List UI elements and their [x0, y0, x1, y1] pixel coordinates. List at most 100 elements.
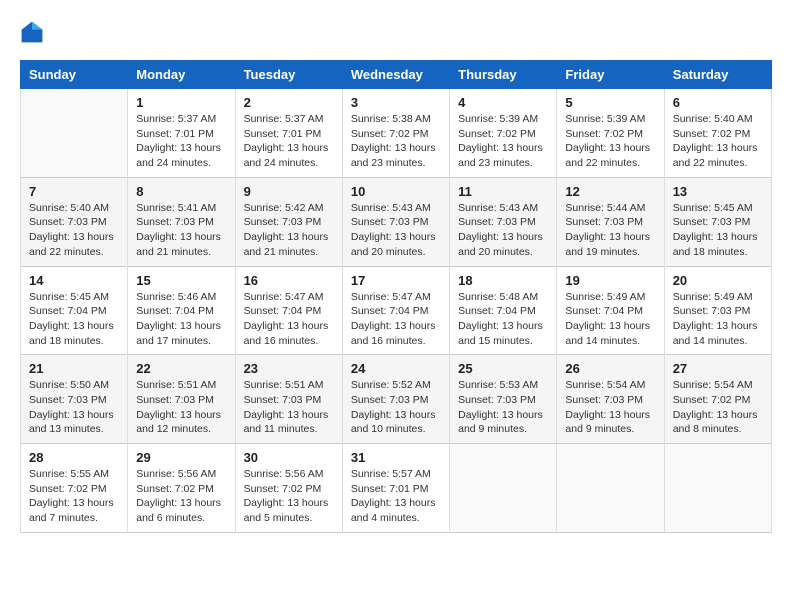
header-cell-tuesday: Tuesday: [235, 61, 342, 89]
day-info: Sunrise: 5:41 AM Sunset: 7:03 PM Dayligh…: [136, 201, 226, 260]
logo: [20, 20, 48, 44]
calendar-cell: 7 Sunrise: 5:40 AM Sunset: 7:03 PM Daylig…: [21, 177, 128, 266]
day-info: Sunrise: 5:48 AM Sunset: 7:04 PM Dayligh…: [458, 290, 548, 349]
calendar-cell: 25 Sunrise: 5:53 AM Sunset: 7:03 PM Dayli…: [450, 355, 557, 444]
day-info: Sunrise: 5:49 AM Sunset: 7:03 PM Dayligh…: [673, 290, 763, 349]
calendar-cell: 23 Sunrise: 5:51 AM Sunset: 7:03 PM Dayli…: [235, 355, 342, 444]
calendar-body: 1 Sunrise: 5:37 AM Sunset: 7:01 PM Daylig…: [21, 89, 772, 533]
calendar-cell: 3 Sunrise: 5:38 AM Sunset: 7:02 PM Daylig…: [342, 89, 449, 178]
day-number: 12: [565, 184, 655, 199]
day-number: 5: [565, 95, 655, 110]
calendar-cell: 8Sunrise: 5:41 AM Sunset: 7:03 PM Daylig…: [128, 177, 235, 266]
day-info: Sunrise: 5:54 AM Sunset: 7:02 PM Dayligh…: [673, 378, 763, 437]
day-number: 4: [458, 95, 548, 110]
day-info: Sunrise: 5:38 AM Sunset: 7:02 PM Dayligh…: [351, 112, 441, 171]
day-number: 31: [351, 450, 441, 465]
day-number: 26: [565, 361, 655, 376]
day-number: 14: [29, 273, 119, 288]
header-cell-friday: Friday: [557, 61, 664, 89]
day-info: Sunrise: 5:56 AM Sunset: 7:02 PM Dayligh…: [244, 467, 334, 526]
calendar-cell: [450, 444, 557, 533]
day-number: 1: [136, 95, 226, 110]
day-info: Sunrise: 5:47 AM Sunset: 7:04 PM Dayligh…: [351, 290, 441, 349]
day-info: Sunrise: 5:47 AM Sunset: 7:04 PM Dayligh…: [244, 290, 334, 349]
day-number: 16: [244, 273, 334, 288]
calendar-cell: 11 Sunrise: 5:43 AM Sunset: 7:03 PM Dayli…: [450, 177, 557, 266]
day-info: Sunrise: 5:45 AM Sunset: 7:04 PM Dayligh…: [29, 290, 119, 349]
calendar-cell: 22Sunrise: 5:51 AM Sunset: 7:03 PM Dayli…: [128, 355, 235, 444]
calendar-cell: 19 Sunrise: 5:49 AM Sunset: 7:04 PM Dayli…: [557, 266, 664, 355]
calendar-cell: [557, 444, 664, 533]
day-number: 6: [673, 95, 763, 110]
calendar-cell: [21, 89, 128, 178]
day-info: Sunrise: 5:39 AM Sunset: 7:02 PM Dayligh…: [458, 112, 548, 171]
calendar-cell: 2 Sunrise: 5:37 AM Sunset: 7:01 PM Daylig…: [235, 89, 342, 178]
calendar-cell: 6 Sunrise: 5:40 AM Sunset: 7:02 PM Daylig…: [664, 89, 771, 178]
day-number: 20: [673, 273, 763, 288]
day-number: 29: [136, 450, 226, 465]
header-cell-monday: Monday: [128, 61, 235, 89]
calendar-cell: 9 Sunrise: 5:42 AM Sunset: 7:03 PM Daylig…: [235, 177, 342, 266]
day-info: Sunrise: 5:50 AM Sunset: 7:03 PM Dayligh…: [29, 378, 119, 437]
calendar-cell: 12Sunrise: 5:44 AM Sunset: 7:03 PM Dayli…: [557, 177, 664, 266]
header-cell-saturday: Saturday: [664, 61, 771, 89]
day-info: Sunrise: 5:52 AM Sunset: 7:03 PM Dayligh…: [351, 378, 441, 437]
calendar-week-4: 21 Sunrise: 5:50 AM Sunset: 7:03 PM Dayli…: [21, 355, 772, 444]
calendar-cell: 16 Sunrise: 5:47 AM Sunset: 7:04 PM Dayli…: [235, 266, 342, 355]
day-number: 17: [351, 273, 441, 288]
day-number: 13: [673, 184, 763, 199]
day-number: 23: [244, 361, 334, 376]
day-info: Sunrise: 5:37 AM Sunset: 7:01 PM Dayligh…: [136, 112, 226, 171]
calendar-cell: 24Sunrise: 5:52 AM Sunset: 7:03 PM Dayli…: [342, 355, 449, 444]
calendar-cell: 29 Sunrise: 5:56 AM Sunset: 7:02 PM Dayli…: [128, 444, 235, 533]
day-info: Sunrise: 5:53 AM Sunset: 7:03 PM Dayligh…: [458, 378, 548, 437]
day-info: Sunrise: 5:56 AM Sunset: 7:02 PM Dayligh…: [136, 467, 226, 526]
day-number: 19: [565, 273, 655, 288]
day-number: 3: [351, 95, 441, 110]
calendar-cell: 17 Sunrise: 5:47 AM Sunset: 7:04 PM Dayli…: [342, 266, 449, 355]
day-info: Sunrise: 5:55 AM Sunset: 7:02 PM Dayligh…: [29, 467, 119, 526]
day-info: Sunrise: 5:51 AM Sunset: 7:03 PM Dayligh…: [136, 378, 226, 437]
day-number: 28: [29, 450, 119, 465]
calendar-week-5: 28 Sunrise: 5:55 AM Sunset: 7:02 PM Dayli…: [21, 444, 772, 533]
calendar-cell: 10 Sunrise: 5:43 AM Sunset: 7:03 PM Dayli…: [342, 177, 449, 266]
calendar-cell: 15 Sunrise: 5:46 AM Sunset: 7:04 PM Dayli…: [128, 266, 235, 355]
day-number: 10: [351, 184, 441, 199]
day-info: Sunrise: 5:43 AM Sunset: 7:03 PM Dayligh…: [351, 201, 441, 260]
day-info: Sunrise: 5:49 AM Sunset: 7:04 PM Dayligh…: [565, 290, 655, 349]
calendar-cell: 1 Sunrise: 5:37 AM Sunset: 7:01 PM Daylig…: [128, 89, 235, 178]
calendar-week-2: 7 Sunrise: 5:40 AM Sunset: 7:03 PM Daylig…: [21, 177, 772, 266]
day-number: 30: [244, 450, 334, 465]
calendar-cell: 14 Sunrise: 5:45 AM Sunset: 7:04 PM Dayli…: [21, 266, 128, 355]
page-header: [20, 20, 772, 44]
calendar-cell: 30 Sunrise: 5:56 AM Sunset: 7:02 PM Dayli…: [235, 444, 342, 533]
day-info: Sunrise: 5:57 AM Sunset: 7:01 PM Dayligh…: [351, 467, 441, 526]
day-info: Sunrise: 5:37 AM Sunset: 7:01 PM Dayligh…: [244, 112, 334, 171]
day-number: 15: [136, 273, 226, 288]
day-info: Sunrise: 5:46 AM Sunset: 7:04 PM Dayligh…: [136, 290, 226, 349]
day-info: Sunrise: 5:54 AM Sunset: 7:03 PM Dayligh…: [565, 378, 655, 437]
day-info: Sunrise: 5:42 AM Sunset: 7:03 PM Dayligh…: [244, 201, 334, 260]
day-number: 7: [29, 184, 119, 199]
day-info: Sunrise: 5:45 AM Sunset: 7:03 PM Dayligh…: [673, 201, 763, 260]
logo-icon: [20, 20, 44, 44]
calendar-cell: 4 Sunrise: 5:39 AM Sunset: 7:02 PM Daylig…: [450, 89, 557, 178]
calendar-header: SundayMondayTuesdayWednesdayThursdayFrid…: [21, 61, 772, 89]
calendar-cell: 20 Sunrise: 5:49 AM Sunset: 7:03 PM Dayli…: [664, 266, 771, 355]
day-number: 25: [458, 361, 548, 376]
day-info: Sunrise: 5:43 AM Sunset: 7:03 PM Dayligh…: [458, 201, 548, 260]
calendar-cell: 18Sunrise: 5:48 AM Sunset: 7:04 PM Dayli…: [450, 266, 557, 355]
calendar-cell: 21 Sunrise: 5:50 AM Sunset: 7:03 PM Dayli…: [21, 355, 128, 444]
calendar-cell: 27 Sunrise: 5:54 AM Sunset: 7:02 PM Dayli…: [664, 355, 771, 444]
day-number: 9: [244, 184, 334, 199]
day-number: 2: [244, 95, 334, 110]
day-info: Sunrise: 5:40 AM Sunset: 7:03 PM Dayligh…: [29, 201, 119, 260]
day-number: 21: [29, 361, 119, 376]
day-info: Sunrise: 5:40 AM Sunset: 7:02 PM Dayligh…: [673, 112, 763, 171]
header-row: SundayMondayTuesdayWednesdayThursdayFrid…: [21, 61, 772, 89]
day-info: Sunrise: 5:39 AM Sunset: 7:02 PM Dayligh…: [565, 112, 655, 171]
day-number: 11: [458, 184, 548, 199]
day-info: Sunrise: 5:51 AM Sunset: 7:03 PM Dayligh…: [244, 378, 334, 437]
header-cell-sunday: Sunday: [21, 61, 128, 89]
day-number: 27: [673, 361, 763, 376]
